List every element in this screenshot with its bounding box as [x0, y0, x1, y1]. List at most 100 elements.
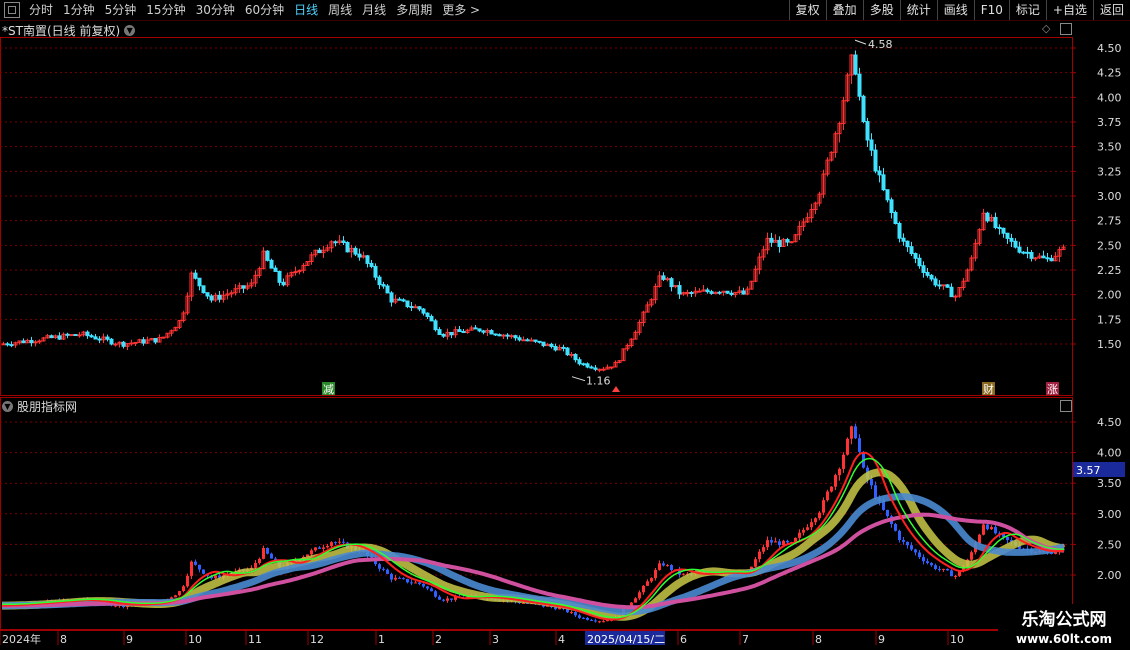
candle-body	[69, 334, 74, 337]
indicator-candle-body	[414, 582, 417, 584]
event-badge-rise	[1046, 382, 1059, 395]
candle-body	[229, 292, 234, 295]
period-9[interactable]: 多周期	[391, 0, 437, 20]
toolbar-button-2[interactable]: 多股	[862, 0, 900, 20]
period-8[interactable]: 月线	[357, 0, 391, 20]
indicator-candle-body	[318, 547, 321, 549]
indicator-candle-body	[802, 529, 805, 533]
period-1[interactable]: 1分钟	[58, 0, 100, 20]
candle-body	[1033, 257, 1038, 260]
candle-body	[213, 294, 218, 301]
indicator-candle-body	[1062, 545, 1065, 548]
chevron-down-icon[interactable]: ▼	[124, 25, 136, 36]
candle-body	[953, 295, 958, 298]
indicator-candle-body	[422, 583, 425, 587]
indicator-candle-body	[954, 575, 957, 577]
candle-body	[493, 333, 498, 336]
candle-body	[65, 333, 70, 336]
time-label: 8	[60, 633, 67, 646]
candle-body	[993, 216, 998, 228]
indicator-panel-title[interactable]: ▼ 股朋指标网	[2, 398, 77, 415]
candle-body	[269, 259, 274, 269]
indicator-candle-body	[214, 575, 217, 579]
indicator-candle-body	[30, 603, 33, 605]
period-7[interactable]: 周线	[323, 0, 357, 20]
toolbar-button-8[interactable]: 返回	[1092, 0, 1130, 20]
candle-body	[417, 306, 422, 310]
indicator-candle-body	[650, 578, 653, 582]
candle-body	[977, 229, 982, 244]
indicator-candle-body	[226, 574, 229, 576]
candle-body	[761, 249, 766, 258]
indicator-candle-body	[534, 603, 537, 605]
indicator-candle-body	[874, 485, 877, 499]
period-5[interactable]: 60分钟	[240, 0, 289, 20]
indicator-candle-body	[58, 600, 61, 603]
kline-chart[interactable]: 4.50 4.25 4.00 3.75 3.50 3.25 3.00 2.75 2.50 2.25…	[0, 0, 1130, 650]
time-label: 9	[878, 633, 885, 646]
price-tick-label: 1.50	[1097, 338, 1122, 351]
toolbar-button-3[interactable]: 统计	[899, 0, 937, 20]
candle-body	[317, 249, 322, 254]
indicator-candle-body	[230, 573, 233, 575]
indicator-candle-body	[434, 591, 437, 597]
toolbar-button-6[interactable]: 标记	[1008, 0, 1046, 20]
indicator-candle-body	[1010, 540, 1013, 542]
indicator-candle-body	[834, 475, 837, 487]
indicator-candle-body	[590, 619, 593, 621]
candle-body	[481, 330, 486, 333]
ma-band-yellow	[2, 468, 1065, 621]
price-tick-label: 3.25	[1097, 165, 1122, 178]
indicator-candle-body	[242, 569, 245, 571]
candle-body	[685, 292, 690, 295]
toolbar-button-7[interactable]: +自选	[1045, 0, 1093, 20]
candle-body	[973, 242, 978, 259]
indicator-candle-body	[374, 557, 377, 565]
indicator-candle-body	[338, 541, 341, 543]
panel-toggle-icon[interactable]	[1060, 23, 1072, 35]
period-4[interactable]: 30分钟	[191, 0, 240, 20]
candle-body	[701, 289, 706, 292]
indicator-candle-body	[410, 582, 413, 584]
panel-toggle-icon[interactable]	[1060, 400, 1072, 412]
indicator-candle-body	[526, 602, 529, 604]
toolbar-button-1[interactable]: 叠加	[825, 0, 863, 20]
indicator-candle-body	[86, 598, 89, 601]
candle-body	[273, 267, 278, 272]
candle-body	[569, 353, 574, 356]
main-panel-title[interactable]: *ST南置(日线 前复权) ▼	[2, 22, 136, 39]
toolbar-button-0[interactable]: 复权	[788, 0, 826, 20]
period-10[interactable]: 更多 >	[437, 0, 485, 20]
candle-body	[673, 285, 678, 288]
window-icon[interactable]	[4, 2, 20, 18]
period-6[interactable]: 日线	[289, 0, 323, 20]
indicator-candle-body	[898, 530, 901, 540]
indicator-candle-body	[614, 617, 617, 620]
candle-body	[209, 295, 214, 301]
indicator-candle-body	[978, 534, 981, 544]
candle-body	[233, 288, 238, 294]
indicator-candle-body	[758, 551, 761, 560]
indicator-candle-body	[478, 596, 481, 598]
candle-body	[1017, 246, 1022, 253]
candle-body	[1005, 232, 1010, 239]
indicator-candle-body	[602, 621, 605, 623]
period-0[interactable]: 分时	[24, 0, 58, 20]
indicator-candle-body	[634, 598, 637, 603]
chevron-down-icon[interactable]: ▼	[2, 401, 13, 412]
indicator-candle-body	[490, 597, 493, 600]
diamond-icon[interactable]: ◇	[1042, 22, 1050, 35]
candle-body	[357, 253, 362, 258]
toolbar-button-4[interactable]: 画线	[936, 0, 974, 20]
indicator-candle-body	[690, 573, 693, 575]
indicator-candle-body	[542, 604, 545, 607]
time-label: 7	[742, 633, 749, 646]
candle-body	[805, 217, 810, 223]
candle-body	[341, 240, 346, 243]
period-3[interactable]: 15分钟	[141, 0, 190, 20]
period-2[interactable]: 5分钟	[100, 0, 142, 20]
candle-body	[625, 345, 630, 350]
indicator-candle-body	[546, 605, 549, 607]
candle-body	[681, 292, 686, 295]
toolbar-button-5[interactable]: F10	[973, 0, 1009, 20]
